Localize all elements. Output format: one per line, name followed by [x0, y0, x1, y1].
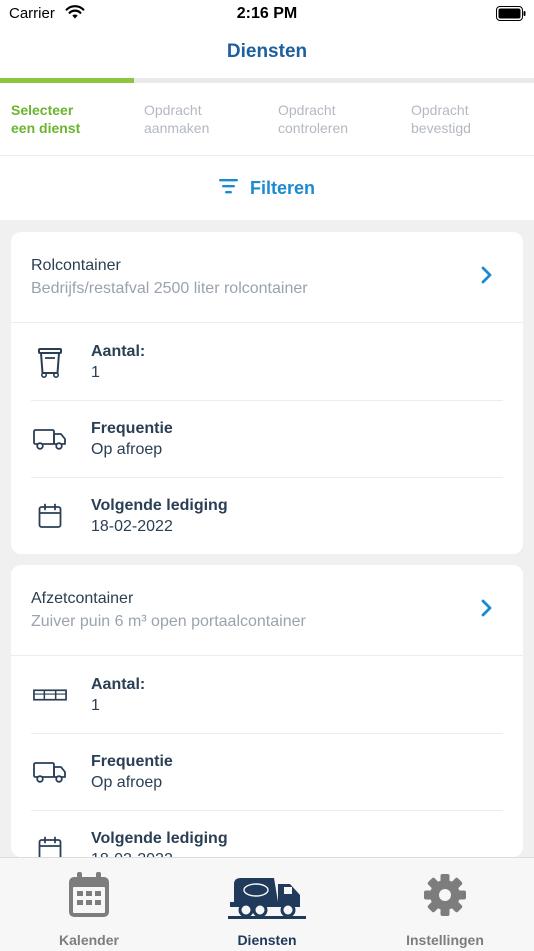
page-title: Diensten	[226, 41, 308, 62]
service-subtitle: Zuiver puin 6 m³ open portaalcontainer	[31, 613, 306, 630]
row-label: Volgende lediging	[91, 830, 228, 847]
skip-container-icon	[33, 678, 67, 712]
garbage-truck-icon	[178, 870, 356, 920]
frequency-row: Frequentie Op afroep	[11, 400, 523, 477]
step-select-service: Selecteer een dienst	[11, 101, 131, 137]
battery-icon	[496, 6, 526, 26]
truck-icon	[33, 755, 67, 789]
step-label-line1: Opdracht	[278, 102, 336, 118]
truck-icon	[33, 422, 67, 456]
row-label: Aantal:	[91, 676, 146, 693]
step-indicator: Selecteer een dienst Opdracht aanmaken O…	[0, 83, 534, 156]
step-label-line2: controleren	[278, 120, 349, 136]
row-value: 18-02-2022	[91, 518, 173, 535]
next-collection-row: Volgende lediging 18-02-2022	[11, 477, 523, 554]
tab-bar: Kalender Diensten Instellingen	[0, 857, 534, 951]
service-title: Rolcontainer	[31, 257, 121, 274]
wheelie-bin-icon	[33, 345, 67, 379]
step-label-line2: een dienst	[11, 120, 81, 136]
navigation-bar: Diensten	[0, 28, 534, 78]
row-value: 1	[91, 364, 100, 381]
step-label-line1: Opdracht	[144, 102, 202, 118]
tab-label: Diensten	[237, 932, 297, 948]
tab-diensten[interactable]: Diensten	[178, 858, 356, 951]
frequency-row: Frequentie Op afroep	[11, 733, 523, 810]
tab-label: Kalender	[59, 932, 119, 948]
step-create-order: Opdracht aanmaken	[144, 101, 264, 137]
row-value: 1	[91, 697, 100, 714]
tab-label: Instellingen	[406, 932, 484, 948]
service-subtitle: Bedrijfs/restafval 2500 liter rolcontain…	[31, 280, 308, 297]
calendar-icon	[33, 832, 67, 857]
clock-time: 2:16 PM	[236, 5, 298, 22]
service-title: Afzetcontainer	[31, 590, 134, 607]
status-bar: Carrier 2:16 PM	[0, 0, 534, 28]
step-order-confirmed: Opdracht bevestigd	[411, 101, 531, 137]
gear-icon	[356, 870, 534, 920]
quantity-row: Aantal: 1	[11, 656, 523, 733]
tab-instellingen[interactable]: Instellingen	[356, 858, 534, 951]
filter-bar: Filteren	[0, 156, 534, 220]
quantity-row: Aantal: 1	[11, 323, 523, 400]
service-card[interactable]: Rolcontainer Bedrijfs/restafval 2500 lit…	[11, 232, 523, 554]
row-value: Op afroep	[91, 774, 163, 791]
filter-label: Filteren	[249, 177, 315, 198]
chevron-right-icon[interactable]	[481, 265, 493, 290]
service-card-header[interactable]: Rolcontainer Bedrijfs/restafval 2500 lit…	[11, 232, 523, 323]
filter-lines-icon	[218, 178, 239, 199]
chevron-right-icon[interactable]	[481, 598, 493, 623]
calendar-grid-icon	[0, 870, 178, 920]
row-label: Frequentie	[91, 420, 173, 437]
tab-kalender[interactable]: Kalender	[0, 858, 178, 951]
step-label-line2: aanmaken	[144, 120, 210, 136]
step-label-line1: Opdracht	[411, 102, 469, 118]
calendar-icon	[33, 499, 67, 533]
row-value: Op afroep	[91, 441, 163, 458]
step-label-line2: bevestigd	[411, 120, 471, 136]
row-label: Volgende lediging	[91, 497, 228, 514]
step-label-line1: Selecteer	[11, 102, 74, 118]
row-label: Frequentie	[91, 753, 173, 770]
service-card[interactable]: Afzetcontainer Zuiver puin 6 m³ open por…	[11, 565, 523, 857]
filter-button[interactable]: Filteren	[218, 177, 315, 199]
step-check-order: Opdracht controleren	[278, 101, 398, 137]
service-card-header[interactable]: Afzetcontainer Zuiver puin 6 m³ open por…	[11, 565, 523, 656]
row-label: Aantal:	[91, 343, 146, 360]
next-collection-row: Volgende lediging 18-02-2022	[11, 810, 523, 857]
